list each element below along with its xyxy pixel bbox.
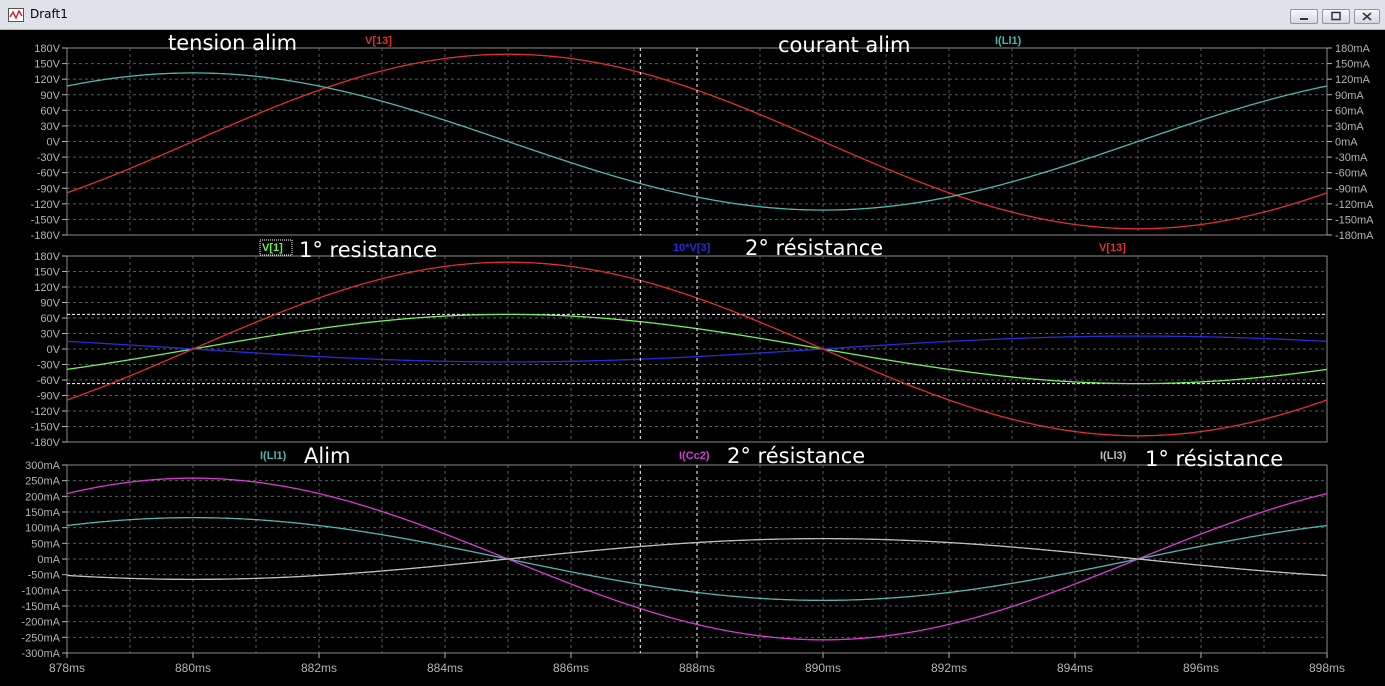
plot-pane-2[interactable]: 180V 150V 120V 90V 60V 30V 0V -30V -60V -90V -120V…: [31, 236, 1328, 449]
y-tick-label: 180V: [34, 251, 60, 263]
trace-label[interactable]: I(Ll3): [1100, 450, 1127, 462]
waveform-plot[interactable]: 180V 150V 120V 90V 60V 30V 0V -30V -60V -90V -120V…: [0, 30, 1385, 686]
y-tick-label: -60V: [37, 168, 61, 180]
y2-tick-label: 90mA: [1335, 90, 1364, 102]
close-icon: [1362, 12, 1372, 21]
y-tick-label: 150V: [34, 59, 60, 71]
y-tick-label: 0mA: [37, 554, 60, 566]
y-tick-label: 150V: [34, 267, 60, 279]
annotation: tension alim: [168, 31, 297, 55]
trace-label[interactable]: I(Ll1): [260, 450, 287, 462]
x-tick-label: 880ms: [175, 661, 211, 675]
y-tick-label: -300mA: [21, 648, 60, 660]
y-tick-label: -100mA: [21, 585, 60, 597]
y-tick-label: 0V: [47, 344, 61, 356]
x-tick-label: 890ms: [805, 661, 841, 675]
y-tick-label: 120V: [34, 74, 60, 86]
y-tick-label: -120V: [31, 406, 61, 418]
y-tick-label: 60V: [40, 313, 60, 325]
y2-tick-label: -60mA: [1335, 168, 1368, 180]
annotation: 1° resistance: [299, 238, 437, 262]
y-tick-label: 60V: [40, 105, 60, 117]
x-tick-label: 884ms: [427, 661, 463, 675]
y-tick-label: 90V: [40, 298, 60, 310]
trace-label[interactable]: V[1]: [262, 242, 283, 254]
maximize-button[interactable]: [1322, 9, 1350, 24]
trace-label[interactable]: 10*V[3]: [673, 242, 711, 254]
x-tick-label: 882ms: [301, 661, 337, 675]
y-tick-label: 90V: [40, 90, 60, 102]
y-tick-label: -150V: [31, 214, 61, 226]
plot-pane-3[interactable]: 300mA 250mA 200mA 150mA 100mA 50mA 0mA -50mA -10…: [21, 444, 1345, 675]
y-tick-label: -150mA: [21, 601, 60, 613]
waveform-viewer[interactable]: 180V 150V 120V 90V 60V 30V 0V -30V -60V -90V -120V…: [0, 30, 1385, 686]
x-tick-label: 896ms: [1183, 661, 1219, 675]
y2-tick-label: 180mA: [1335, 43, 1371, 55]
y-tick-label: -150V: [31, 422, 61, 434]
y-tick-label: 30V: [40, 329, 60, 341]
y-tick-label: 120V: [34, 282, 60, 294]
plot-pane-1[interactable]: 180V 150V 120V 90V 60V 30V 0V -30V -60V -90V -120V…: [31, 31, 1375, 242]
y-tick-label: 30V: [40, 121, 60, 133]
y-tick-label: -200mA: [21, 617, 60, 629]
y-tick-label: 150mA: [25, 507, 61, 519]
trace-label[interactable]: I(Ll1): [995, 35, 1022, 47]
x-tick-label: 892ms: [931, 661, 967, 675]
window-title: Draft1: [30, 7, 68, 21]
y-tick-label: -50mA: [28, 570, 61, 582]
title-bar[interactable]: Draft1: [0, 0, 1385, 30]
minimize-button[interactable]: [1290, 9, 1318, 24]
trace-label[interactable]: I(Cc2): [679, 450, 710, 462]
maximize-icon: [1331, 11, 1341, 21]
y2-tick-label: -150mA: [1335, 214, 1374, 226]
y-tick-label: -90V: [37, 391, 61, 403]
annotation: courant alim: [778, 33, 910, 57]
trace-label[interactable]: V[13]: [365, 35, 392, 47]
y2-tick-label: -180mA: [1335, 230, 1374, 242]
y-tick-label: 250mA: [25, 476, 61, 488]
y2-tick-label: 0mA: [1335, 137, 1358, 149]
x-tick-label: 886ms: [553, 661, 589, 675]
close-button[interactable]: [1354, 9, 1380, 24]
y-tick-label: 100mA: [25, 523, 61, 535]
y2-tick-label: -120mA: [1335, 199, 1374, 211]
trace-label[interactable]: V[13]: [1099, 242, 1126, 254]
y2-tick-label: 60mA: [1335, 105, 1364, 117]
x-tick-label: 888ms: [679, 661, 715, 675]
y-tick-label: -250mA: [21, 632, 60, 644]
y-tick-label: -30V: [37, 152, 61, 164]
x-tick-label: 898ms: [1309, 661, 1345, 675]
annotation: 1° résistance: [1145, 447, 1283, 471]
y-tick-label: -180V: [31, 437, 61, 449]
minimize-icon: [1300, 18, 1308, 20]
y2-tick-label: 120mA: [1335, 74, 1371, 86]
y-tick-label: -90V: [37, 183, 61, 195]
y2-tick-label: -90mA: [1335, 183, 1368, 195]
annotation: 2° résistance: [727, 444, 865, 468]
y-tick-label: -180V: [31, 230, 61, 242]
y-tick-label: 0V: [47, 137, 61, 149]
waveform-app-icon: [8, 8, 24, 22]
y2-tick-label: 30mA: [1335, 121, 1364, 133]
y-tick-label: 300mA: [25, 460, 61, 472]
y-tick-label: -30V: [37, 360, 61, 372]
y-tick-label: 180V: [34, 43, 60, 55]
y-tick-label: 50mA: [31, 538, 60, 550]
y2-tick-label: 150mA: [1335, 59, 1371, 71]
x-tick-label: 894ms: [1057, 661, 1093, 675]
y2-tick-label: -30mA: [1335, 152, 1368, 164]
y-tick-label: -60V: [37, 375, 61, 387]
y-tick-label: 200mA: [25, 491, 61, 503]
y-tick-label: -120V: [31, 199, 61, 211]
x-tick-label: 878ms: [49, 661, 85, 675]
annotation: 2° résistance: [745, 236, 883, 260]
annotation: Alim: [304, 444, 351, 468]
